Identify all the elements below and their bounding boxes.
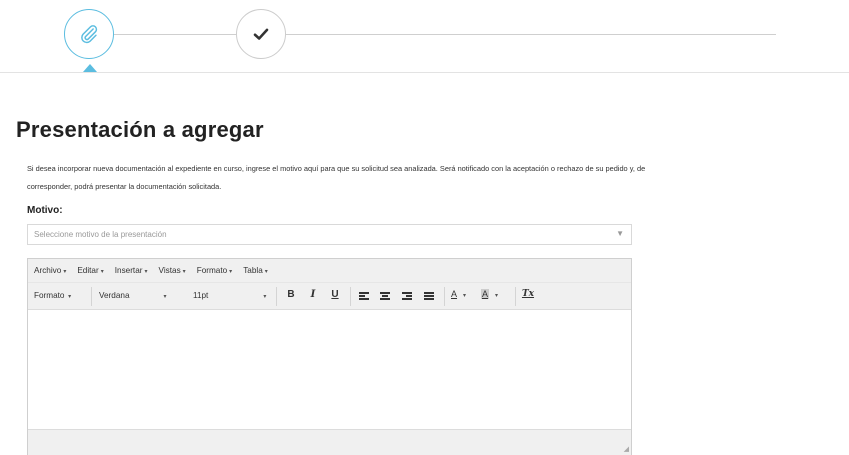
checkmark-icon [253,28,269,40]
rich-text-editor: Archivo ▾ Editar ▾ Insertar ▾ Vistas ▾ Forma… [27,258,632,455]
align-justify-icon[interactable] [424,292,434,301]
background-color-button[interactable]: A ▾ [481,289,498,299]
italic-button[interactable]: I [306,289,320,300]
toolbar-separator [276,287,277,306]
paperclip-icon [81,25,98,44]
menu-formato[interactable]: Formato ▾ [197,266,233,275]
motivo-placeholder: Seleccione motivo de la presentación [34,230,167,239]
clear-format-button[interactable]: Tx [521,289,535,299]
toolbar-separator [350,287,351,306]
page-title: Presentación a agregar [16,117,264,142]
menu-archivo[interactable]: Archivo ▾ [34,266,66,275]
text-color-button[interactable]: A ▾ [451,289,466,299]
toolbar-separator [515,287,516,306]
align-center-icon[interactable] [380,292,390,301]
step-confirm[interactable] [236,9,286,59]
editor-statusbar: ◢ [28,429,631,455]
resize-handle-icon[interactable]: ◢ [624,445,629,453]
align-left-icon[interactable] [359,292,369,301]
step-connector [286,34,776,35]
active-step-indicator [83,64,97,72]
underline-button[interactable]: U [328,289,342,300]
menu-editar[interactable]: Editar ▾ [77,266,103,275]
font-family-dropdown[interactable]: Verdana ▾ [99,291,167,300]
bold-button[interactable]: B [284,289,298,300]
step-connector [114,34,236,35]
align-right-icon[interactable] [402,292,412,301]
editor-menubar: Archivo ▾ Editar ▾ Insertar ▾ Vistas ▾ Forma… [28,259,631,283]
motivo-label: Motivo: [27,205,63,216]
toolbar-separator [444,287,445,306]
editor-toolbar: Formato ▾ Verdana ▾ 11pt ▾ B I U A ▾ A ▾ Tx [28,283,631,310]
menu-insertar[interactable]: Insertar ▾ [115,266,148,275]
menu-vistas[interactable]: Vistas ▾ [159,266,186,275]
font-size-dropdown[interactable]: 11pt ▾ [193,291,266,300]
page-description: Si desea incorporar nueva documentación … [27,164,646,191]
progress-stepper [0,0,849,80]
divider [0,72,849,73]
step-attach[interactable] [64,9,114,59]
menu-tabla[interactable]: Tabla ▾ [243,266,268,275]
format-dropdown[interactable]: Formato ▾ [34,291,71,300]
motivo-select[interactable]: Seleccione motivo de la presentación ▼ [27,224,632,245]
editor-content-area[interactable] [28,310,631,430]
chevron-down-icon: ▼ [616,229,624,238]
toolbar-separator [91,287,92,306]
